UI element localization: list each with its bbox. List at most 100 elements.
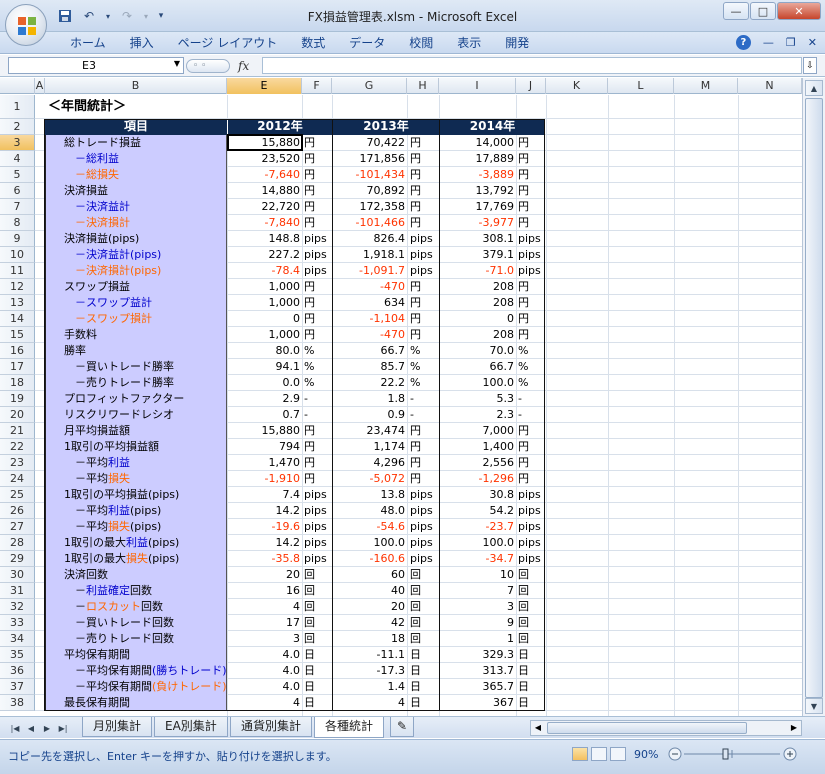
horizontal-scroll-thumb[interactable] xyxy=(547,722,747,734)
workbook-minimize-icon[interactable]: — xyxy=(763,36,774,49)
close-button[interactable]: ✕ xyxy=(777,2,821,20)
row-header-33[interactable]: 33 xyxy=(0,615,35,631)
row-header-22[interactable]: 22 xyxy=(0,439,35,455)
row-header-18[interactable]: 18 xyxy=(0,375,35,391)
row-header-5[interactable]: 5 xyxy=(0,167,35,183)
formula-tools: ◦ ◦ fx xyxy=(186,57,258,74)
insert-function-icon[interactable]: fx xyxy=(238,59,249,73)
zoom-slider[interactable] xyxy=(668,746,798,762)
scroll-left-icon[interactable]: ◀ xyxy=(531,721,545,735)
column-header-i[interactable]: I xyxy=(439,78,516,94)
scroll-thumb[interactable] xyxy=(805,98,823,698)
name-box-dropdown-icon[interactable]: ▼ xyxy=(174,59,180,68)
row-header-7[interactable]: 7 xyxy=(0,199,35,215)
scroll-up-icon[interactable]: ▲ xyxy=(805,80,823,96)
column-header-n[interactable]: N xyxy=(738,78,802,94)
tab-insert[interactable]: 挿入 xyxy=(118,35,166,51)
row-header-30[interactable]: 30 xyxy=(0,567,35,583)
maximize-button[interactable]: □ xyxy=(750,2,776,20)
worksheet-grid[interactable]: A B E F G H I J K L M N 1 2 3 4 5 6 7 8 9 10 11 12 1… xyxy=(0,78,802,716)
row-header-34[interactable]: 34 xyxy=(0,631,35,647)
row-header-36[interactable]: 36 xyxy=(0,663,35,679)
prev-sheet-icon[interactable]: ◀ xyxy=(24,721,38,735)
column-header-a[interactable]: A xyxy=(35,78,45,94)
help-icon[interactable]: ? xyxy=(735,35,751,50)
row-header-29[interactable]: 29 xyxy=(0,551,35,567)
row-header-19[interactable]: 19 xyxy=(0,391,35,407)
sheet-tab-stats[interactable]: 各種統計 xyxy=(314,717,385,738)
page-break-view-icon[interactable] xyxy=(610,747,626,761)
workbook-close-icon[interactable]: ✕ xyxy=(808,36,817,49)
row-header-35[interactable]: 35 xyxy=(0,647,35,663)
row-header-13[interactable]: 13 xyxy=(0,295,35,311)
horizontal-scrollbar[interactable]: ◀ ▶ xyxy=(530,720,802,736)
row-header-26[interactable]: 26 xyxy=(0,503,35,519)
tab-review[interactable]: 校閲 xyxy=(397,35,445,51)
column-header-m[interactable]: M xyxy=(674,78,738,94)
year-divider xyxy=(332,119,333,711)
expand-formula-bar-icon[interactable]: ⇩ xyxy=(803,57,817,74)
name-box[interactable]: E3 ▼ xyxy=(8,57,184,74)
last-sheet-icon[interactable]: ▶| xyxy=(56,721,70,735)
row-header-1[interactable]: 1 xyxy=(0,95,35,119)
row-header-10[interactable]: 10 xyxy=(0,247,35,263)
row-header-31[interactable]: 31 xyxy=(0,583,35,599)
row-header-25[interactable]: 25 xyxy=(0,487,35,503)
column-header-l[interactable]: L xyxy=(608,78,674,94)
formula-input[interactable] xyxy=(262,57,802,74)
row-header-17[interactable]: 17 xyxy=(0,359,35,375)
row-header-23[interactable]: 23 xyxy=(0,455,35,471)
select-all-corner[interactable] xyxy=(0,78,35,94)
row-header-9[interactable]: 9 xyxy=(0,231,35,247)
row-header-2[interactable]: 2 xyxy=(0,119,35,135)
minimize-button[interactable]: — xyxy=(723,2,749,20)
row-header-37[interactable]: 37 xyxy=(0,679,35,695)
column-header-f[interactable]: F xyxy=(302,78,332,94)
row-header-32[interactable]: 32 xyxy=(0,599,35,615)
row-header-8[interactable]: 8 xyxy=(0,215,35,231)
zoom-level[interactable]: 90% xyxy=(634,748,658,761)
column-header-g[interactable]: G xyxy=(332,78,407,94)
row-header-15[interactable]: 15 xyxy=(0,327,35,343)
row-header-20[interactable]: 20 xyxy=(0,407,35,423)
scroll-right-icon[interactable]: ▶ xyxy=(787,721,801,735)
column-header-j[interactable]: J xyxy=(516,78,546,94)
tab-view[interactable]: 表示 xyxy=(445,35,493,51)
column-header-e[interactable]: E xyxy=(227,78,302,94)
tab-formulas[interactable]: 数式 xyxy=(289,35,337,51)
row-header-4[interactable]: 4 xyxy=(0,151,35,167)
office-button[interactable] xyxy=(5,4,47,46)
row-header-27[interactable]: 27 xyxy=(0,519,35,535)
row-header-3[interactable]: 3 xyxy=(0,135,35,151)
column-header-k[interactable]: K xyxy=(546,78,608,94)
tab-page-layout[interactable]: ページ レイアウト xyxy=(166,35,290,51)
row-header-24[interactable]: 24 xyxy=(0,471,35,487)
sheet-tab-ea[interactable]: EA別集計 xyxy=(154,717,228,737)
next-sheet-icon[interactable]: ▶ xyxy=(40,721,54,735)
first-sheet-icon[interactable]: |◀ xyxy=(8,721,22,735)
row-header-6[interactable]: 6 xyxy=(0,183,35,199)
sheet-tab-monthly[interactable]: 月別集計 xyxy=(82,717,153,737)
vertical-scrollbar[interactable]: ▲ ▼ xyxy=(802,78,825,716)
column-header-h[interactable]: H xyxy=(407,78,439,94)
tab-data[interactable]: データ xyxy=(337,35,397,51)
row-header-21[interactable]: 21 xyxy=(0,423,35,439)
row-header-11[interactable]: 11 xyxy=(0,263,35,279)
workbook-restore-icon[interactable]: ❐ xyxy=(786,36,796,49)
row-header-28[interactable]: 28 xyxy=(0,535,35,551)
row-header-38[interactable]: 38 xyxy=(0,695,35,711)
scroll-down-icon[interactable]: ▼ xyxy=(805,698,823,714)
page-layout-view-icon[interactable] xyxy=(591,747,607,761)
row-header-12[interactable]: 12 xyxy=(0,279,35,295)
insert-sheet-icon[interactable]: ✎ xyxy=(390,717,415,737)
row-header-16[interactable]: 16 xyxy=(0,343,35,359)
sheet-tab-currency[interactable]: 通貨別集計 xyxy=(230,717,313,737)
selected-cell-e3[interactable] xyxy=(227,134,303,151)
column-header-b[interactable]: B xyxy=(45,78,227,94)
row-header-14[interactable]: 14 xyxy=(0,311,35,327)
formula-bar-grip-icon[interactable]: ◦ ◦ xyxy=(186,58,230,73)
normal-view-icon[interactable] xyxy=(572,747,588,761)
tab-home[interactable]: ホーム xyxy=(58,35,118,51)
tab-developer[interactable]: 開発 xyxy=(493,35,541,51)
gridline xyxy=(674,95,675,716)
